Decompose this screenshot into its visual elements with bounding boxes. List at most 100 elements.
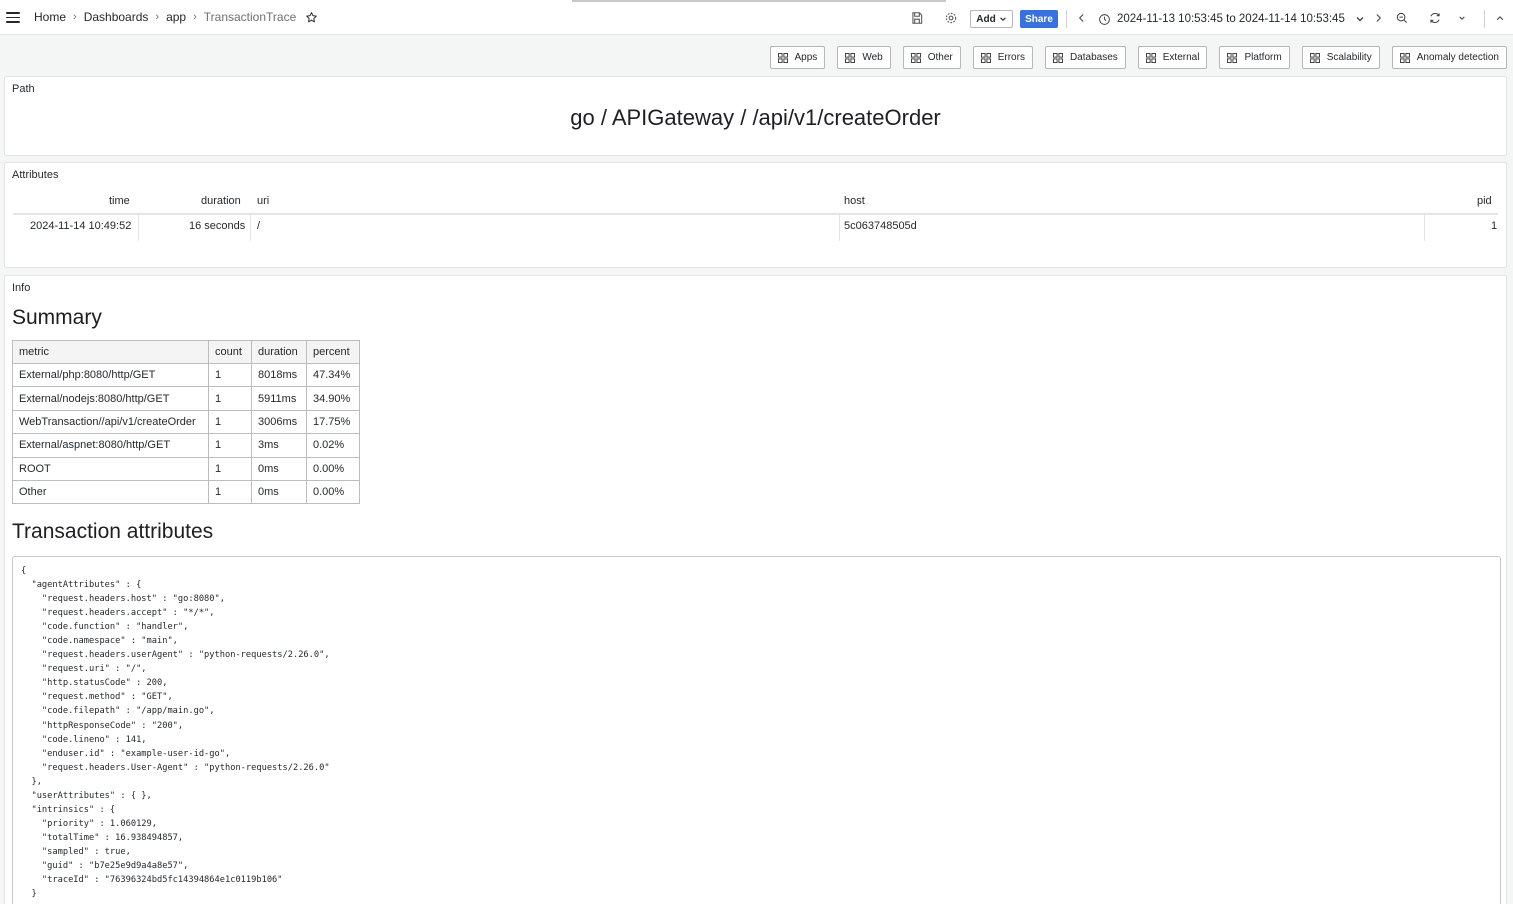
- column-header-host[interactable]: host: [844, 195, 865, 207]
- breadcrumb-home[interactable]: Home: [34, 10, 66, 24]
- code-line: "intrinsics" : {: [21, 804, 116, 815]
- code-line: "enduser.id" : "example-user-id-go",: [21, 748, 231, 759]
- apps-grid-icon: [1227, 52, 1238, 63]
- code-line: "totalTime" : 16.938494857,: [21, 832, 184, 843]
- link-web[interactable]: Web: [837, 46, 891, 69]
- link-scalability[interactable]: Scalability: [1301, 46, 1380, 69]
- code-line: },: [21, 776, 42, 787]
- cell-count: 1: [208, 433, 252, 458]
- link-label: Other: [927, 52, 953, 63]
- code-line: "request.headers.host" : "go:8080",: [21, 594, 225, 605]
- cell-count: 1: [208, 362, 252, 388]
- column-header-count: count: [208, 340, 252, 364]
- link-other[interactable]: Other: [902, 46, 961, 69]
- code-line: "traceId" : "76396324bd5fc14394864e1c011…: [21, 875, 283, 886]
- save-icon[interactable]: [910, 11, 924, 25]
- cell-percent: 17.75%: [306, 409, 360, 435]
- code-line: {: [21, 566, 27, 576]
- breadcrumb: Home › Dashboards › app › TransactionTra…: [34, 10, 318, 24]
- header-divider: [13, 213, 1498, 215]
- add-button[interactable]: Add: [970, 10, 1013, 28]
- code-line: }: [21, 889, 37, 900]
- cell-percent: 0.00%: [306, 479, 360, 505]
- chevron-down-icon: [1356, 17, 1364, 22]
- link-apps[interactable]: Apps: [769, 46, 826, 69]
- time-range-picker[interactable]: 2024-11-13 10:53:45 to 2024-11-14 10:53:…: [1098, 10, 1371, 28]
- time-range-text: 2024-11-13 10:53:45 to 2024-11-14 10:53:…: [1117, 13, 1345, 25]
- apps-grid-icon: [910, 52, 921, 63]
- collapse-up-icon[interactable]: [1493, 11, 1507, 25]
- code-line: "request.method" : "GET",: [21, 692, 173, 703]
- column-header-duration[interactable]: duration: [201, 195, 241, 207]
- apps-grid-icon: [1399, 52, 1410, 63]
- gear-icon[interactable]: [944, 11, 958, 25]
- time-forward-icon[interactable]: [1371, 11, 1385, 25]
- code-line: "request.uri" : "/",: [21, 664, 147, 675]
- cell-uri: /: [257, 220, 261, 232]
- apps-grid-icon: [1052, 52, 1063, 63]
- link-label: External: [1162, 52, 1200, 63]
- breadcrumb-dashboards[interactable]: Dashboards: [84, 10, 149, 24]
- code-line: "code.namespace" : "main",: [21, 636, 178, 647]
- chevron-right-icon: ›: [155, 11, 160, 23]
- star-icon[interactable]: [305, 11, 318, 24]
- code-line: "guid" : "b7e25e9d9a4a8e57",: [21, 860, 189, 871]
- panel-title: Path: [12, 83, 35, 95]
- table-row: External/nodejs:8080/http/GET 1 5911ms 3…: [12, 386, 360, 411]
- column-divider: [138, 215, 139, 241]
- summary-table: metric count duration percent External/p…: [12, 340, 360, 505]
- cell-count: 1: [208, 479, 252, 505]
- table-row: Other 1 0ms 0.00%: [12, 479, 360, 505]
- top-navigation-bar: Home › Dashboards › app › TransactionTra…: [0, 0, 1513, 35]
- code-line: "request.headers.userAgent" : "python-re…: [21, 650, 330, 661]
- column-header-uri[interactable]: uri: [257, 195, 269, 207]
- cell-metric: WebTransaction//api/v1/createOrder: [12, 409, 209, 435]
- code-line: "code.filepath" : "/app/main.go",: [21, 706, 215, 717]
- link-external[interactable]: External: [1137, 46, 1208, 69]
- apps-grid-icon: [1309, 52, 1320, 63]
- code-line: "request.headers.accept" : "*/*",: [21, 608, 215, 619]
- cell-metric: External/php:8080/http/GET: [12, 362, 209, 388]
- refresh-icon[interactable]: [1428, 11, 1442, 25]
- link-anomaly-detection[interactable]: Anomaly detection: [1391, 46, 1507, 69]
- cell-percent: 0.02%: [306, 433, 360, 458]
- link-label: Apps: [794, 52, 818, 63]
- cell-percent: 47.34%: [306, 362, 360, 388]
- column-divider: [1424, 215, 1425, 241]
- breadcrumb-app[interactable]: app: [166, 10, 186, 24]
- path-panel: Path go / APIGateway / /api/v1/createOrd…: [4, 76, 1507, 156]
- time-back-icon[interactable]: [1075, 11, 1089, 25]
- apps-grid-icon: [980, 52, 991, 63]
- link-label: Databases: [1069, 52, 1118, 63]
- cell-percent: 34.90%: [306, 386, 360, 411]
- chevron-right-icon: ›: [73, 11, 77, 23]
- apps-grid-icon: [777, 52, 788, 63]
- dashboard-links: Apps Web Other Errors Databases External…: [769, 46, 1507, 69]
- table-row: External/php:8080/http/GET 1 8018ms 47.3…: [12, 362, 360, 388]
- transaction-attributes-json[interactable]: { "agentAttributes" : { "request.headers…: [12, 556, 1501, 904]
- breadcrumb-transaction-trace: TransactionTrace: [203, 10, 297, 24]
- table-row: WebTransaction//api/v1/createOrder 1 300…: [12, 409, 360, 435]
- link-label: Scalability: [1326, 52, 1372, 63]
- chevron-down-icon: [999, 17, 1006, 21]
- cell-count: 1: [208, 409, 252, 435]
- column-header-time[interactable]: time: [109, 195, 130, 207]
- code-line: "request.headers.User-Agent" : "python-r…: [21, 762, 330, 773]
- link-databases[interactable]: Databases: [1044, 46, 1126, 69]
- cell-host: 5c063748505d: [844, 220, 917, 232]
- cell-metric: External/aspnet:8080/http/GET: [12, 433, 209, 458]
- path-value: go / APIGateway / /api/v1/createOrder: [570, 105, 941, 130]
- link-platform[interactable]: Platform: [1219, 46, 1290, 69]
- cell-duration: 8018ms: [251, 362, 307, 388]
- clock-icon: [1099, 13, 1110, 25]
- refresh-interval-chevron-icon[interactable]: [1455, 11, 1469, 25]
- column-header-pid[interactable]: pid: [1477, 195, 1492, 207]
- menu-icon[interactable]: [6, 12, 20, 23]
- code-line: "userAttributes" : { },: [21, 790, 152, 801]
- cell-metric: Other: [12, 479, 209, 505]
- cell-duration: 0ms: [251, 479, 307, 505]
- code-line: "priority" : 1.060129,: [21, 818, 157, 829]
- zoom-out-icon[interactable]: [1395, 11, 1409, 25]
- link-errors[interactable]: Errors: [972, 46, 1033, 69]
- share-button[interactable]: Share: [1020, 10, 1058, 28]
